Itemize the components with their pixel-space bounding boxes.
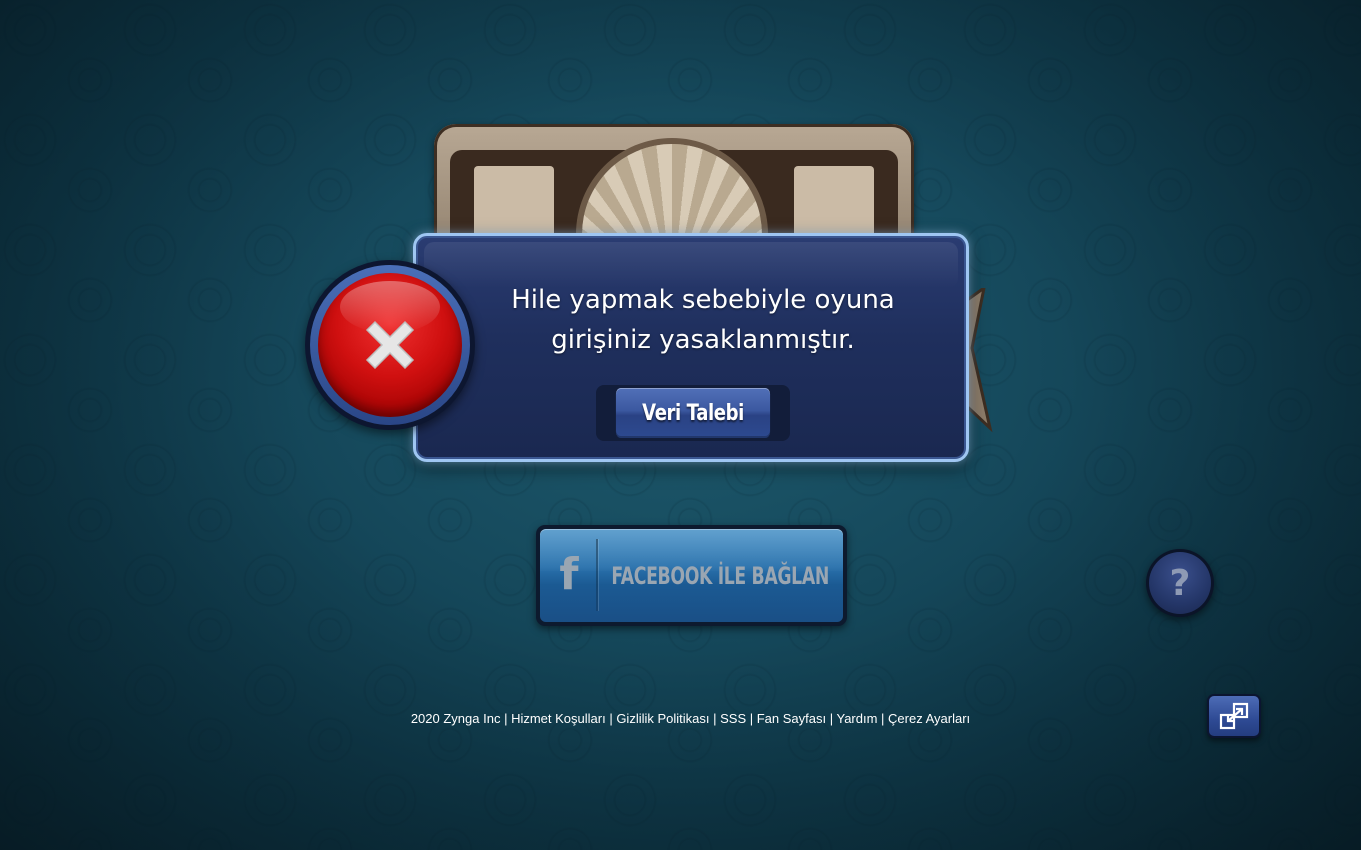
error-x-icon	[305, 260, 475, 430]
dialog-message: Hile yapmak sebebiyle oyuna girişiniz ya…	[511, 285, 895, 355]
data-request-button[interactable]: Veri Talebi	[596, 385, 790, 441]
facebook-icon: f	[559, 549, 579, 600]
facebook-button-label: FACEBOOK İLE BAĞLAN	[611, 561, 830, 590]
footer-link-privacy[interactable]: Gizlilik Politikası	[616, 711, 709, 726]
footer-link-cookie-settings[interactable]: Çerez Ayarları	[888, 711, 970, 726]
facebook-connect-button[interactable]: f FACEBOOK İLE BAĞLAN	[536, 525, 847, 626]
fullscreen-button-body	[1209, 696, 1259, 736]
fullscreen-button[interactable]	[1207, 694, 1261, 738]
fullscreen-expand-icon	[1219, 702, 1249, 730]
close-x-glyph-icon	[365, 320, 415, 370]
facebook-button-body: f FACEBOOK İLE BAĞLAN	[540, 529, 843, 622]
footer-link-terms[interactable]: Hizmet Koşulları	[511, 711, 606, 726]
help-button[interactable]: ?	[1146, 549, 1214, 617]
data-request-button-label: Veri Talebi	[615, 388, 771, 438]
footer-link-faq[interactable]: SSS	[720, 711, 746, 726]
footer-link-fan-page[interactable]: Fan Sayfası	[757, 711, 826, 726]
error-dialog: Hile yapmak sebebiyle oyuna girişiniz ya…	[413, 233, 969, 462]
footer-links: 2020 Zynga Inc | Hizmet Koşulları | Gizl…	[410, 711, 971, 726]
footer-copyright: 2020 Zynga Inc	[410, 711, 501, 726]
footer-link-help[interactable]: Yardım	[836, 711, 877, 726]
question-icon: ?	[1149, 552, 1211, 614]
